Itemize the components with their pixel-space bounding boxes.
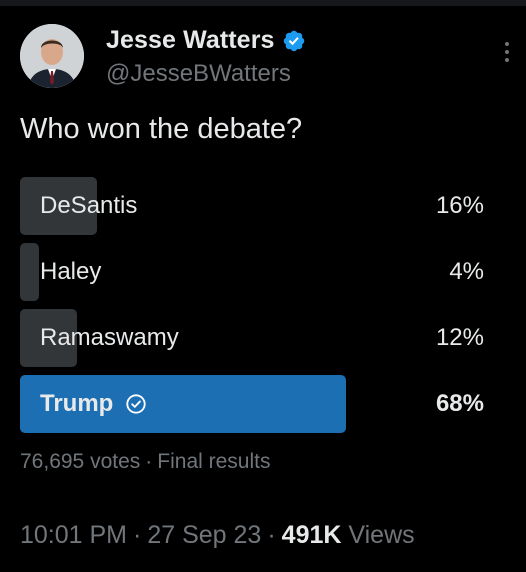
poll-option-label: Haley [40,258,102,285]
poll-option-label-wrap: Trump [40,375,147,433]
handle[interactable]: @JesseBWatters [106,60,291,88]
poll-option: Haley 4% [20,243,506,301]
name-row: Jesse Watters [106,26,306,55]
poll-option: DeSantis 16% [20,177,506,235]
more-options-icon[interactable] [504,42,510,66]
separator-dot: · [267,521,276,549]
separator-dot: · [145,450,153,473]
poll: DeSantis 16% Haley 4% Ramaswamy 12% Trum… [20,177,506,441]
verified-badge-icon [283,30,304,51]
poll-option-percent: 68% [435,390,484,417]
poll-option: Ramaswamy 12% [20,309,506,367]
divider [0,0,526,6]
post-timestamp: 10:01 PM · 27 Sep 23 · 491K Views [20,521,415,550]
post-text: Who won the debate? [20,113,303,145]
poll-option-percent: 12% [435,324,484,351]
views-count: 491K [281,521,342,549]
poll-option-label: DeSantis [40,192,138,219]
poll-option-label: Trump [40,390,114,417]
poll-option-percent: 4% [449,258,484,285]
poll-status: Final results [157,450,271,473]
post-date[interactable]: 27 Sep 23 [147,521,261,549]
vote-count: 76,695 votes [20,450,141,473]
poll-option-label: Ramaswamy [40,324,179,351]
poll-meta: 76,695 votes · Final results [20,450,270,474]
poll-option-percent: 16% [435,192,484,219]
avatar[interactable] [20,24,84,88]
winner-check-icon [126,394,146,414]
display-name[interactable]: Jesse Watters [106,26,275,55]
post-time[interactable]: 10:01 PM [20,521,127,549]
poll-bar [20,243,40,301]
separator-dot: · [133,521,142,549]
post-header: Jesse Watters @JesseBWatters [20,24,510,94]
poll-option-winner: Trump 68% [20,375,506,433]
views-label: Views [348,521,415,549]
